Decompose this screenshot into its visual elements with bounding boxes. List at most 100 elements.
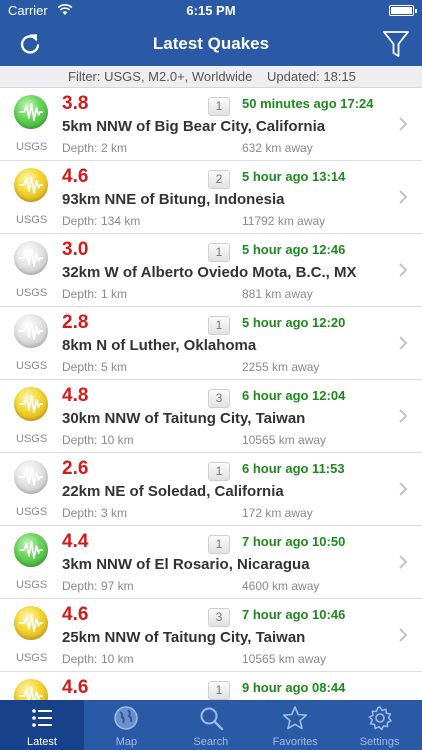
depth-label: Depth:: [62, 141, 98, 155]
magnitude: 3.0: [62, 239, 89, 260]
source-label: USGS: [16, 141, 48, 153]
source-label: USGS: [16, 506, 48, 518]
quake-time: 6 hour ago 11:53: [242, 461, 345, 476]
filter-summary: Filter: USGS, M2.0+, Worldwide: [68, 69, 253, 84]
distance-away: 172 km away: [242, 506, 313, 520]
tab-favorites[interactable]: Favorites: [253, 700, 337, 750]
filter-funnel-icon[interactable]: [382, 29, 410, 59]
magnitude-badge-icon: [14, 679, 48, 700]
distance-away: 10565 km away: [242, 433, 327, 447]
gear-icon: [368, 706, 392, 731]
quake-time: 50 minutes ago 17:24: [242, 96, 374, 111]
filter-summary-bar: Filter: USGS, M2.0+, Worldwide Updated: …: [0, 66, 422, 88]
source-label: USGS: [16, 652, 48, 664]
distance-away: 10565 km away: [242, 652, 327, 666]
source-label: USGS: [16, 433, 48, 445]
depth-label: Depth:: [62, 287, 98, 301]
depth-label: Depth:: [62, 360, 98, 374]
chevron-right-icon: [399, 482, 408, 496]
quake-row[interactable]: 4.6 1 9 hour ago 08:44: [0, 672, 422, 700]
depth-label: Depth:: [62, 579, 98, 593]
page-title: Latest Quakes: [152, 34, 270, 53]
quake-row[interactable]: USGS 4.6 2 5 hour ago 13:14 93km NNE of Bitu…: [0, 161, 422, 234]
quake-location: 93km NNE of Bitung, Indonesia: [62, 191, 285, 208]
report-count-badge: 2: [208, 170, 230, 189]
tab-map[interactable]: Map: [84, 700, 168, 750]
quake-time: 5 hour ago 13:14: [242, 169, 346, 184]
magnitude: 4.6: [62, 677, 89, 698]
search-icon: [200, 707, 223, 731]
chevron-right-icon: [399, 555, 408, 569]
magnitude-badge-icon: [14, 606, 48, 640]
report-count-badge: 3: [208, 608, 230, 627]
quake-row[interactable]: USGS 4.6 3 7 hour ago 10:46 25km NNW of Tait…: [0, 599, 422, 672]
quake-time: 6 hour ago 12:04: [242, 388, 346, 403]
list-icon: [32, 709, 52, 727]
depth-value: 97 km: [101, 579, 134, 593]
source-label: USGS: [16, 360, 48, 372]
chevron-right-icon: [399, 190, 408, 204]
magnitude-badge-icon: [14, 314, 48, 348]
magnitude-badge-icon: [14, 95, 48, 129]
distance-away: 881 km away: [242, 287, 313, 301]
source-label: USGS: [16, 214, 48, 226]
magnitude-badge-icon: [14, 387, 48, 421]
quake-time: 7 hour ago 10:50: [242, 534, 346, 549]
seismograph-wave-icon: [19, 541, 43, 559]
distance-away: 2255 km away: [242, 360, 320, 374]
report-count-badge: 1: [208, 462, 230, 481]
quake-location: 8km N of Luther, Oklahoma: [62, 337, 257, 354]
magnitude-badge-icon: [14, 241, 48, 275]
depth-label: Depth:: [62, 652, 98, 666]
tab-settings[interactable]: Settings: [338, 700, 422, 750]
tab-latest[interactable]: Latest: [0, 700, 84, 750]
quake-row[interactable]: USGS 4.8 3 6 hour ago 12:04 30km NNW of Tait…: [0, 380, 422, 453]
source-label: USGS: [16, 579, 48, 591]
quake-row[interactable]: USGS 3.8 1 50 minutes ago 17:24 5km NNW of B…: [0, 88, 422, 161]
globe-icon: [114, 706, 139, 730]
depth-value: 134 km: [101, 214, 141, 228]
distance-away: 11792 km away: [242, 214, 326, 228]
quake-row[interactable]: USGS 3.0 1 5 hour ago 12:46 32km W of Albert…: [0, 234, 422, 307]
distance-away: 632 km away: [242, 141, 313, 155]
depth-value: 10 km: [101, 652, 134, 666]
quake-row[interactable]: USGS 2.8 1 5 hour ago 12:20 8km N of Luther,…: [0, 307, 422, 380]
depth-value: 5 km: [101, 360, 128, 374]
seismograph-wave-icon: [19, 614, 43, 632]
tab-label: Map: [115, 736, 138, 748]
quake-row[interactable]: USGS 2.6 1 6 hour ago 11:53 22km NE of Soled…: [0, 453, 422, 526]
magnitude: 2.6: [62, 458, 89, 479]
depth-label: Depth:: [62, 214, 98, 228]
magnitude: 2.8: [62, 312, 89, 333]
tab-search[interactable]: Search: [169, 700, 253, 750]
magnitude: 4.8: [62, 385, 89, 406]
magnitude-badge-icon: [14, 168, 48, 202]
chevron-right-icon: [399, 628, 408, 642]
quake-row[interactable]: USGS 4.4 1 7 hour ago 10:50 3km NNW of El Ro…: [0, 526, 422, 599]
status-time: 6:15 PM: [186, 3, 236, 18]
quake-location: 30km NNW of Taitung City, Taiwan: [62, 410, 306, 427]
seismograph-wave-icon: [19, 249, 43, 267]
source-label: USGS: [16, 287, 48, 299]
chevron-right-icon: [399, 336, 408, 350]
tab-label: Search: [193, 736, 229, 748]
seismograph-wave-icon: [19, 468, 43, 486]
tab-label: Latest: [27, 736, 57, 748]
updated-time: Updated: 18:15: [267, 69, 356, 84]
magnitude: 4.6: [62, 166, 89, 187]
seismograph-wave-icon: [19, 395, 43, 413]
quake-time: 5 hour ago 12:20: [242, 315, 346, 330]
quake-list[interactable]: USGS 3.8 1 50 minutes ago 17:24 5km NNW of B…: [0, 88, 422, 700]
quake-location: 25km NNW of Taitung City, Taiwan: [62, 629, 306, 646]
chevron-right-icon: [399, 409, 408, 423]
report-count-badge: 1: [208, 535, 230, 554]
depth-label: Depth:: [62, 433, 98, 447]
magnitude-badge-icon: [14, 460, 48, 494]
report-count-badge: 1: [208, 243, 230, 262]
magnitude: 4.4: [62, 531, 89, 552]
report-count-badge: 3: [208, 389, 230, 408]
distance-away: 4600 km away: [242, 579, 320, 593]
seismograph-wave-icon: [19, 322, 43, 340]
tab-label: Settings: [359, 736, 400, 748]
magnitude: 4.6: [62, 604, 89, 625]
